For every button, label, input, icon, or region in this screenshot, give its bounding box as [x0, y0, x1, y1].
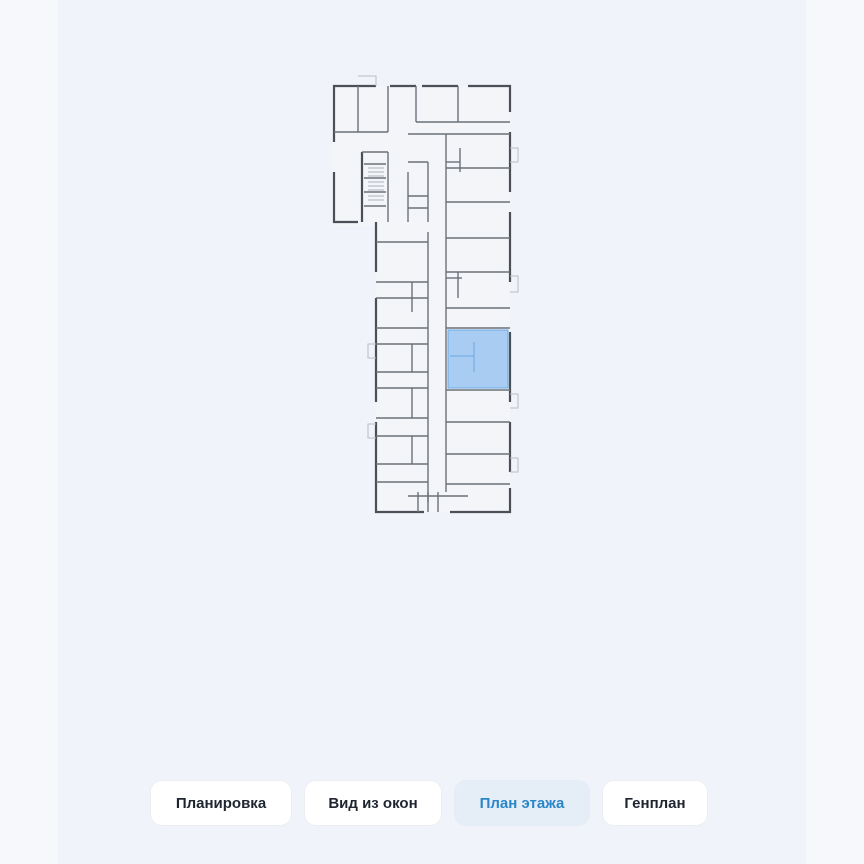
tab-planirovka[interactable]: Планировка	[150, 780, 292, 826]
floor-plan-drawing	[332, 75, 519, 514]
floor-plan[interactable]	[328, 72, 548, 522]
tab-plan-etazha[interactable]: План этажа	[454, 780, 590, 826]
left-margin	[0, 0, 58, 864]
tab-genplan[interactable]: Генплан	[602, 780, 708, 826]
right-margin	[806, 0, 864, 864]
tab-vid-iz-okon[interactable]: Вид из окон	[304, 780, 442, 826]
floor-plan-panel: Планировка Вид из окон План этажа Генпла…	[58, 0, 806, 864]
selected-apartment[interactable]	[447, 329, 509, 389]
floor-area-upper	[332, 86, 510, 226]
